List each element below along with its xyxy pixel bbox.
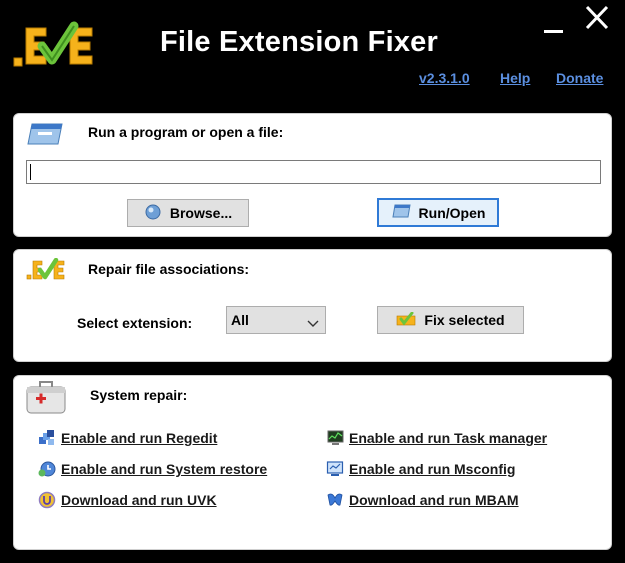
task-manager-icon [326, 429, 344, 447]
system-section-title: System repair: [90, 387, 188, 403]
close-icon[interactable] [584, 4, 610, 32]
mbam-icon [326, 491, 344, 509]
run-icon [391, 204, 411, 221]
repair-panel: Repair file associations: Select extensi… [13, 249, 612, 362]
system-repair-panel: System repair: Enable and run Regedit En… [13, 375, 612, 550]
version-link[interactable]: v2.3.1.0 [419, 70, 470, 86]
regedit-link[interactable]: Enable and run Regedit [38, 429, 217, 447]
app-title: File Extension Fixer [160, 26, 438, 58]
path-input[interactable] [26, 160, 601, 184]
title-bar: File Extension Fixer v2.3.1.0 Help Donat… [0, 0, 625, 100]
mbam-label: Download and run MBAM [349, 492, 519, 508]
browse-button[interactable]: Browse... [127, 199, 249, 227]
chevron-down-icon [307, 315, 319, 331]
uvk-link[interactable]: Download and run UVK [38, 491, 217, 509]
mbam-link[interactable]: Download and run MBAM [326, 491, 519, 509]
regedit-icon [38, 429, 56, 447]
uvk-label: Download and run UVK [61, 492, 217, 508]
donate-link[interactable]: Donate [556, 70, 603, 86]
system-restore-label: Enable and run System restore [61, 461, 268, 477]
msconfig-icon [326, 460, 344, 478]
fix-selected-button[interactable]: Fix selected [377, 306, 524, 334]
select-extension-label: Select extension: [77, 315, 193, 331]
uvk-icon [38, 491, 56, 509]
first-aid-kit-icon [25, 379, 67, 418]
fix-selected-label: Fix selected [424, 312, 505, 328]
minimize-icon[interactable] [541, 6, 567, 36]
browse-icon [144, 203, 162, 224]
extension-select-value: All [231, 312, 249, 328]
extension-select[interactable]: All [226, 306, 326, 334]
exe-logo-icon [12, 18, 96, 76]
system-restore-icon [38, 460, 56, 478]
regedit-label: Enable and run Regedit [61, 430, 218, 446]
msconfig-label: Enable and run Msconfig [349, 461, 516, 477]
system-restore-link[interactable]: Enable and run System restore [38, 460, 267, 478]
help-link[interactable]: Help [500, 70, 530, 86]
browse-label: Browse... [169, 205, 233, 221]
window-icon [26, 120, 64, 151]
run-open-button[interactable]: Run/Open [377, 198, 499, 227]
task-manager-label: Enable and run Task manager [349, 430, 548, 446]
exe-repair-icon [26, 257, 66, 285]
msconfig-link[interactable]: Enable and run Msconfig [326, 460, 515, 478]
run-section-title: Run a program or open a file: [88, 124, 284, 140]
run-open-label: Run/Open [418, 204, 486, 221]
run-panel: Run a program or open a file: Browse... … [13, 113, 612, 237]
repair-section-title: Repair file associations: [88, 261, 250, 277]
text-caret [30, 164, 31, 180]
fix-icon [396, 311, 416, 329]
task-manager-link[interactable]: Enable and run Task manager [326, 429, 547, 447]
